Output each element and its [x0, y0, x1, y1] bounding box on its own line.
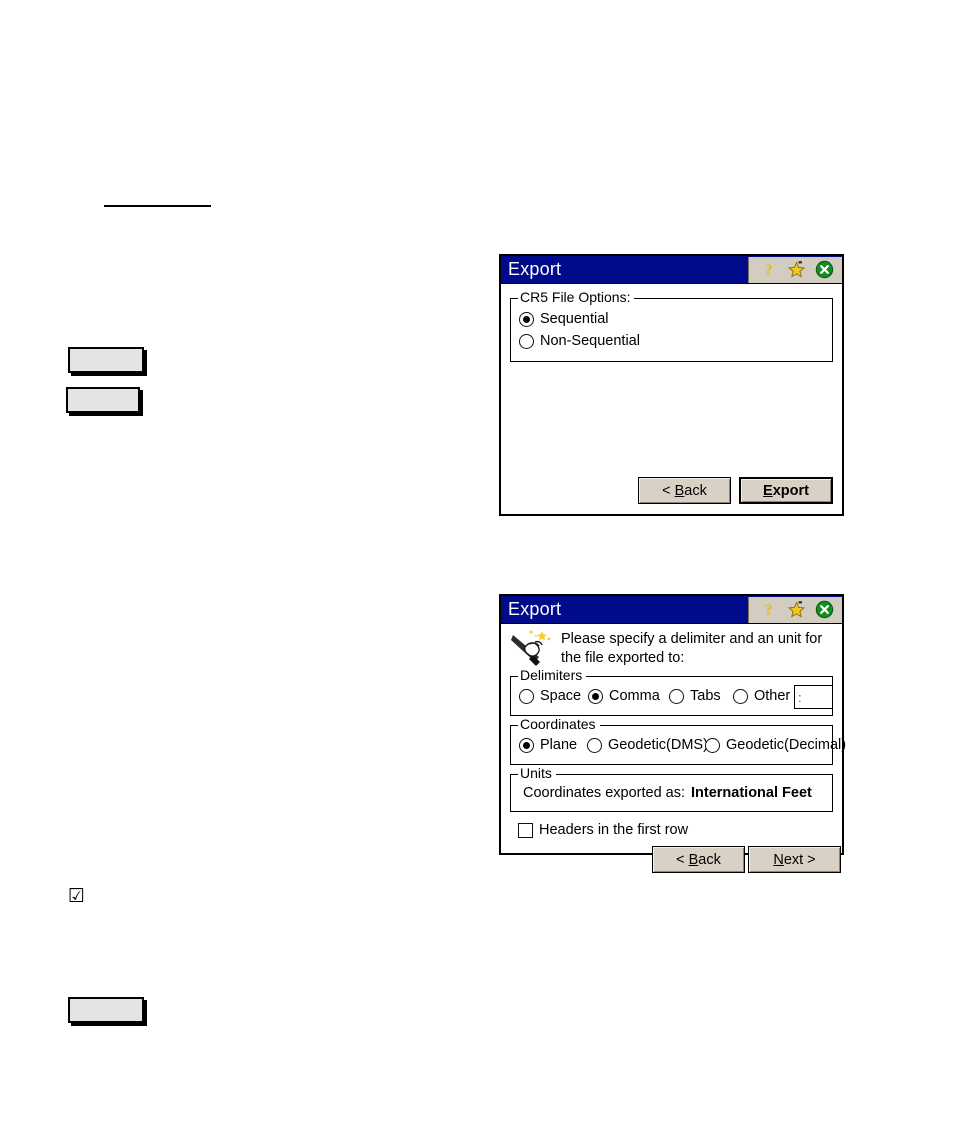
help-icon[interactable]: ? [759, 600, 778, 619]
next-button-label: Next > [773, 851, 816, 868]
radio-geodetic-decimal-indicator[interactable] [705, 737, 720, 753]
cr5-file-options-group: CR5 File Options: Sequential Non-Sequent… [510, 290, 833, 362]
units-label: Coordinates exported as: [523, 785, 686, 801]
units-legend: Units [518, 766, 556, 781]
radio-geodetic-dms-label: Geodetic(DMS) [608, 737, 708, 753]
radio-tabs-label: Tabs [690, 688, 721, 704]
export-button-label: Export [763, 482, 809, 499]
blank-button-1[interactable] [68, 347, 144, 373]
back-button-label: < Back [662, 482, 707, 499]
next-button[interactable]: Next > [748, 846, 841, 873]
headers-first-row-indicator[interactable] [518, 822, 533, 838]
units-group: Units Coordinates exported as: Internati… [510, 766, 833, 812]
close-icon[interactable] [815, 600, 834, 619]
hand-wand-icon [509, 629, 555, 669]
checked-checkbox-glyph: ☑ [68, 885, 86, 907]
radio-space-indicator[interactable] [519, 688, 534, 704]
back-button[interactable]: < Back [652, 846, 745, 873]
blank-button-2[interactable] [66, 387, 140, 413]
radio-non-sequential[interactable]: Non-Sequential [519, 333, 640, 349]
radio-other[interactable]: Other [733, 688, 790, 704]
back-button-label: < Back [676, 851, 721, 868]
export-dialog-cr5-options: Export ? CR5 File Options: Sequential No… [499, 254, 844, 516]
other-delimiter-value: : [798, 689, 802, 705]
instruction-text: Please specify a delimiter and an unit f… [561, 631, 823, 666]
radio-other-indicator[interactable] [733, 688, 748, 704]
headers-first-row-checkbox[interactable]: Headers in the first row [518, 822, 688, 838]
export-dialog-delimiter-units: Export ? Please specify a delimiter and … [499, 594, 846, 873]
delimiters-group: Delimiters Space Comma Tabs Other : [510, 668, 833, 716]
radio-comma[interactable]: Comma [588, 688, 660, 704]
radio-space-label: Space [540, 688, 582, 704]
radio-geodetic-dms-indicator[interactable] [587, 737, 602, 753]
radio-plane[interactable]: Plane [519, 737, 577, 753]
export-button[interactable]: Export [739, 477, 833, 504]
radio-sequential[interactable]: Sequential [519, 311, 609, 327]
coordinates-legend: Coordinates [518, 717, 600, 732]
radio-sequential-label: Sequential [540, 311, 609, 327]
dialog2-titlebar: Export ? [501, 596, 842, 624]
dialog1-titlebar: Export ? [501, 256, 842, 284]
close-icon[interactable] [815, 260, 834, 279]
radio-other-label: Other [754, 688, 791, 704]
svg-text:?: ? [765, 602, 773, 619]
dialog1-body: CR5 File Options: Sequential Non-Sequent… [501, 284, 842, 514]
dialog1-titlebar-buttons: ? [748, 256, 842, 283]
dialog1-title: Export [508, 259, 562, 279]
star-icon[interactable] [787, 260, 806, 279]
back-button[interactable]: < Back [638, 477, 731, 504]
star-icon[interactable] [787, 600, 806, 619]
radio-non-sequential-label: Non-Sequential [540, 333, 640, 349]
units-value: International Feet [691, 785, 812, 801]
svg-text:?: ? [765, 262, 773, 279]
dialog2-titlebar-buttons: ? [748, 596, 842, 623]
cr5-file-options-legend: CR5 File Options: [518, 290, 635, 305]
radio-sequential-indicator[interactable] [519, 311, 534, 327]
blank-button-3[interactable] [68, 997, 144, 1023]
radio-tabs-indicator[interactable] [669, 688, 684, 704]
radio-comma-label: Comma [609, 688, 660, 704]
section-underline [104, 205, 211, 207]
radio-plane-label: Plane [540, 737, 578, 753]
radio-geodetic-dms[interactable]: Geodetic(DMS) [587, 737, 708, 753]
dialog2-body: Please specify a delimiter and an unit f… [501, 624, 846, 873]
delimiters-legend: Delimiters [518, 668, 587, 683]
radio-geodetic-decimal-label: Geodetic(Decimal) [726, 737, 847, 753]
coordinates-group: Coordinates Plane Geodetic(DMS) Geodetic… [510, 717, 846, 765]
radio-geodetic-decimal[interactable]: Geodetic(Decimal) [705, 737, 846, 753]
dialog2-title: Export [508, 599, 562, 619]
radio-comma-indicator[interactable] [588, 688, 603, 704]
other-delimiter-input[interactable]: : [794, 685, 833, 709]
radio-plane-indicator[interactable] [519, 737, 534, 753]
radio-space[interactable]: Space [519, 688, 581, 704]
radio-tabs[interactable]: Tabs [669, 688, 721, 704]
radio-non-sequential-indicator[interactable] [519, 333, 534, 349]
headers-first-row-label: Headers in the first row [539, 822, 689, 838]
help-icon[interactable]: ? [759, 260, 778, 279]
